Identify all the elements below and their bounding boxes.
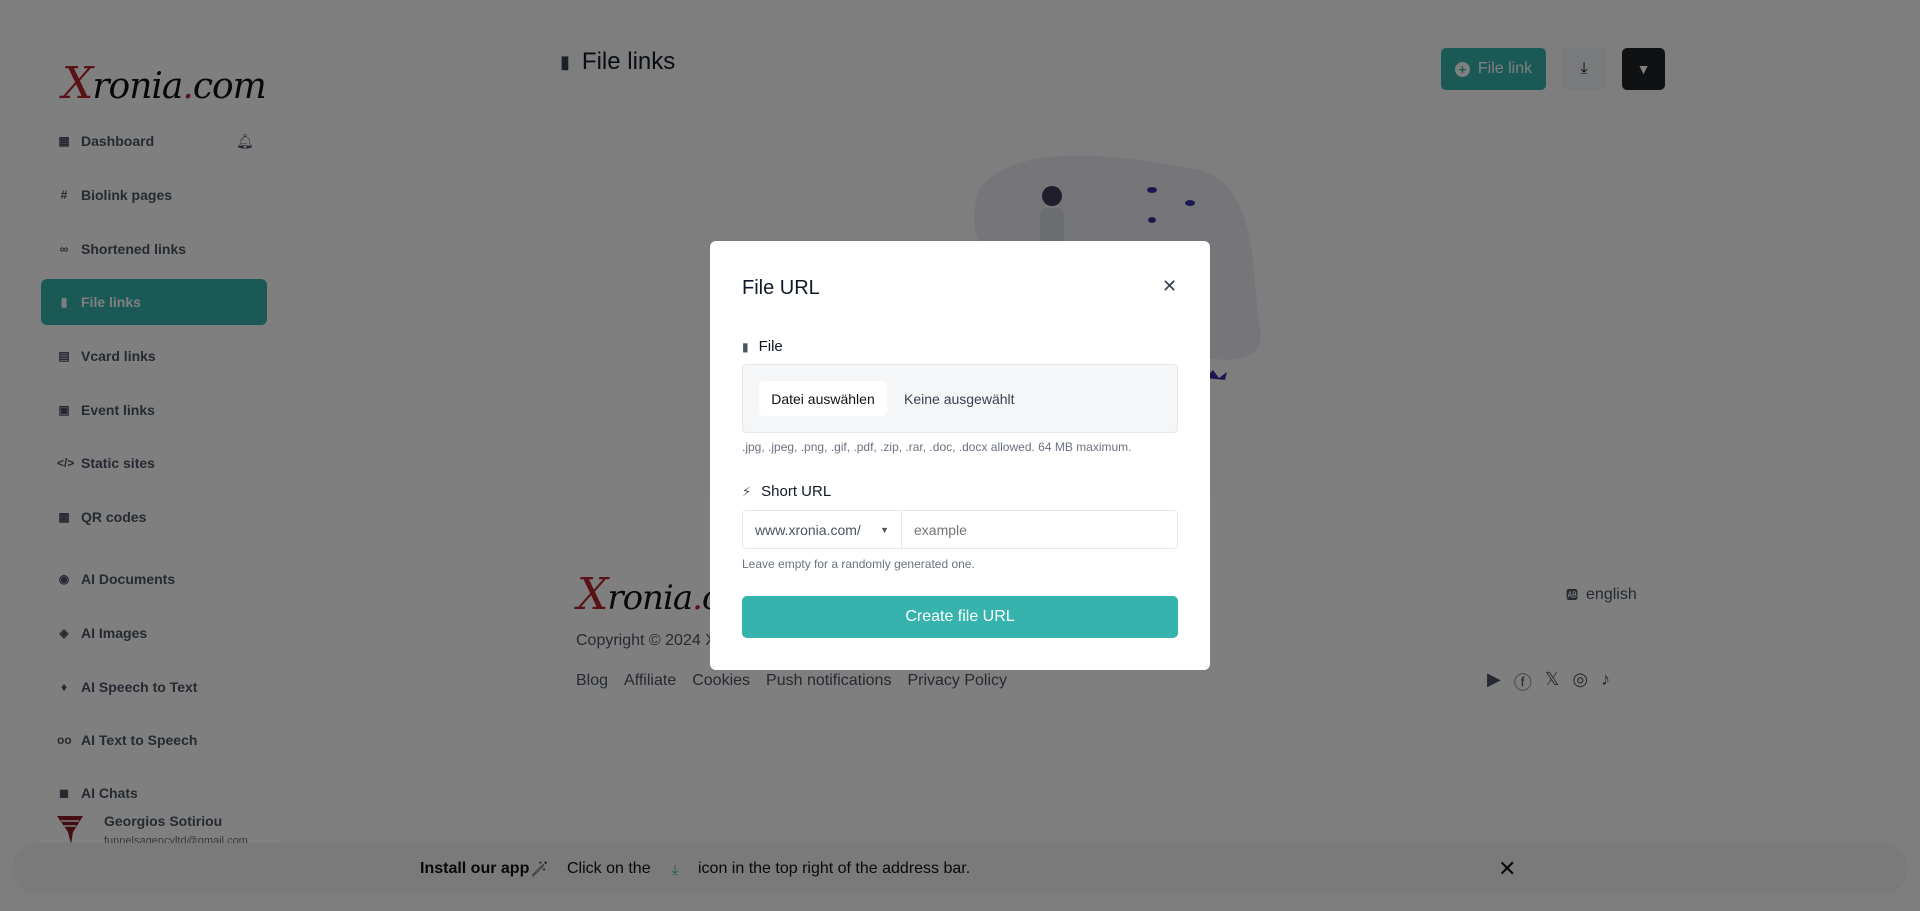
file-help: .jpg, .jpeg, .png, .gif, .pdf, .zip, .ra…	[742, 440, 1132, 454]
short-url-label: ⚡︎ Short URL	[742, 483, 831, 500]
choose-file-button[interactable]: Datei auswählen	[759, 381, 887, 416]
file-label-text: File	[758, 338, 783, 355]
short-url-help: Leave empty for a randomly generated one…	[742, 557, 975, 571]
file-label: ▮ File	[742, 338, 783, 355]
close-icon[interactable]: ✕	[1162, 276, 1177, 297]
file-url-modal: File URL ✕ ▮ File Datei auswählen Keine a…	[710, 241, 1210, 670]
short-url-group: www.xronia.com/ ▼	[742, 510, 1178, 549]
create-file-url-button[interactable]: Create file URL	[742, 596, 1178, 638]
caret-down-icon: ▼	[880, 524, 889, 535]
domain-value: www.xronia.com/	[755, 521, 861, 538]
file-status: Keine ausgewählt	[904, 391, 1015, 407]
file-icon: ▮	[742, 339, 749, 354]
modal-title: File URL	[742, 277, 820, 299]
short-url-label-text: Short URL	[761, 483, 832, 500]
domain-select[interactable]: www.xronia.com/ ▼	[743, 511, 902, 548]
file-input[interactable]: Datei auswählen Keine ausgewählt	[742, 364, 1178, 433]
bolt-icon: ⚡︎	[742, 483, 752, 499]
short-url-input[interactable]	[902, 511, 1177, 548]
